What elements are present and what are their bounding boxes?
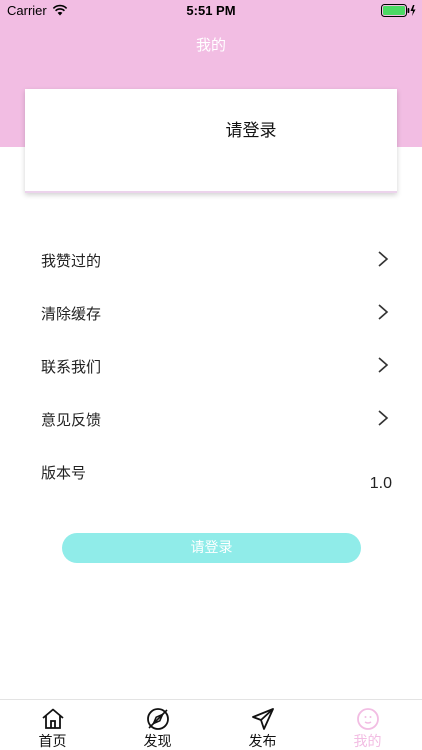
login-button[interactable]: 请登录 (62, 533, 361, 563)
login-card[interactable]: 请登录 (25, 89, 397, 193)
chevron-right-icon (378, 357, 389, 373)
clock: 5:51 PM (186, 3, 236, 18)
tab-publish[interactable]: 发布 (210, 700, 315, 750)
login-prompt[interactable]: 请登录 (25, 116, 397, 141)
settings-menu: 我赞过的 清除缓存 联系我们 意见反馈 版本号 1.0 (0, 233, 422, 498)
chevron-right-icon (378, 251, 389, 267)
page-title: 我的 (195, 36, 226, 54)
tab-label: 发布 (248, 734, 277, 750)
home-icon (42, 708, 64, 729)
tab-label: 我的 (353, 734, 382, 750)
menu-item-feedback[interactable]: 意见反馈 (0, 392, 422, 445)
tab-profile[interactable]: 我的 (315, 700, 420, 750)
tab-label: 首页 (38, 734, 67, 750)
tab-label: 发现 (143, 734, 172, 750)
battery-icon (381, 4, 416, 17)
chevron-right-icon (378, 304, 389, 320)
send-icon (252, 708, 274, 730)
compass-icon (147, 708, 169, 730)
status-bar: Carrier 5:51 PM (0, 0, 422, 22)
menu-item-label: 版本号 (41, 464, 87, 482)
tab-bar: 首页 发现 发布 我的 (0, 699, 422, 750)
tab-home[interactable]: 首页 (0, 700, 105, 750)
menu-item-label: 清除缓存 (41, 305, 102, 323)
version-value: 1.0 (369, 475, 392, 492)
tab-discover[interactable]: 发现 (105, 700, 210, 750)
menu-item-liked[interactable]: 我赞过的 (0, 233, 422, 286)
menu-item-clear-cache[interactable]: 清除缓存 (0, 286, 422, 339)
menu-item-contact-us[interactable]: 联系我们 (0, 339, 422, 392)
menu-item-label: 我赞过的 (41, 252, 102, 270)
chevron-right-icon (378, 410, 389, 426)
menu-item-label: 意见反馈 (41, 411, 102, 429)
menu-item-version: 版本号 1.0 (0, 445, 422, 498)
smiley-icon (357, 708, 379, 730)
menu-item-label: 联系我们 (41, 358, 102, 376)
